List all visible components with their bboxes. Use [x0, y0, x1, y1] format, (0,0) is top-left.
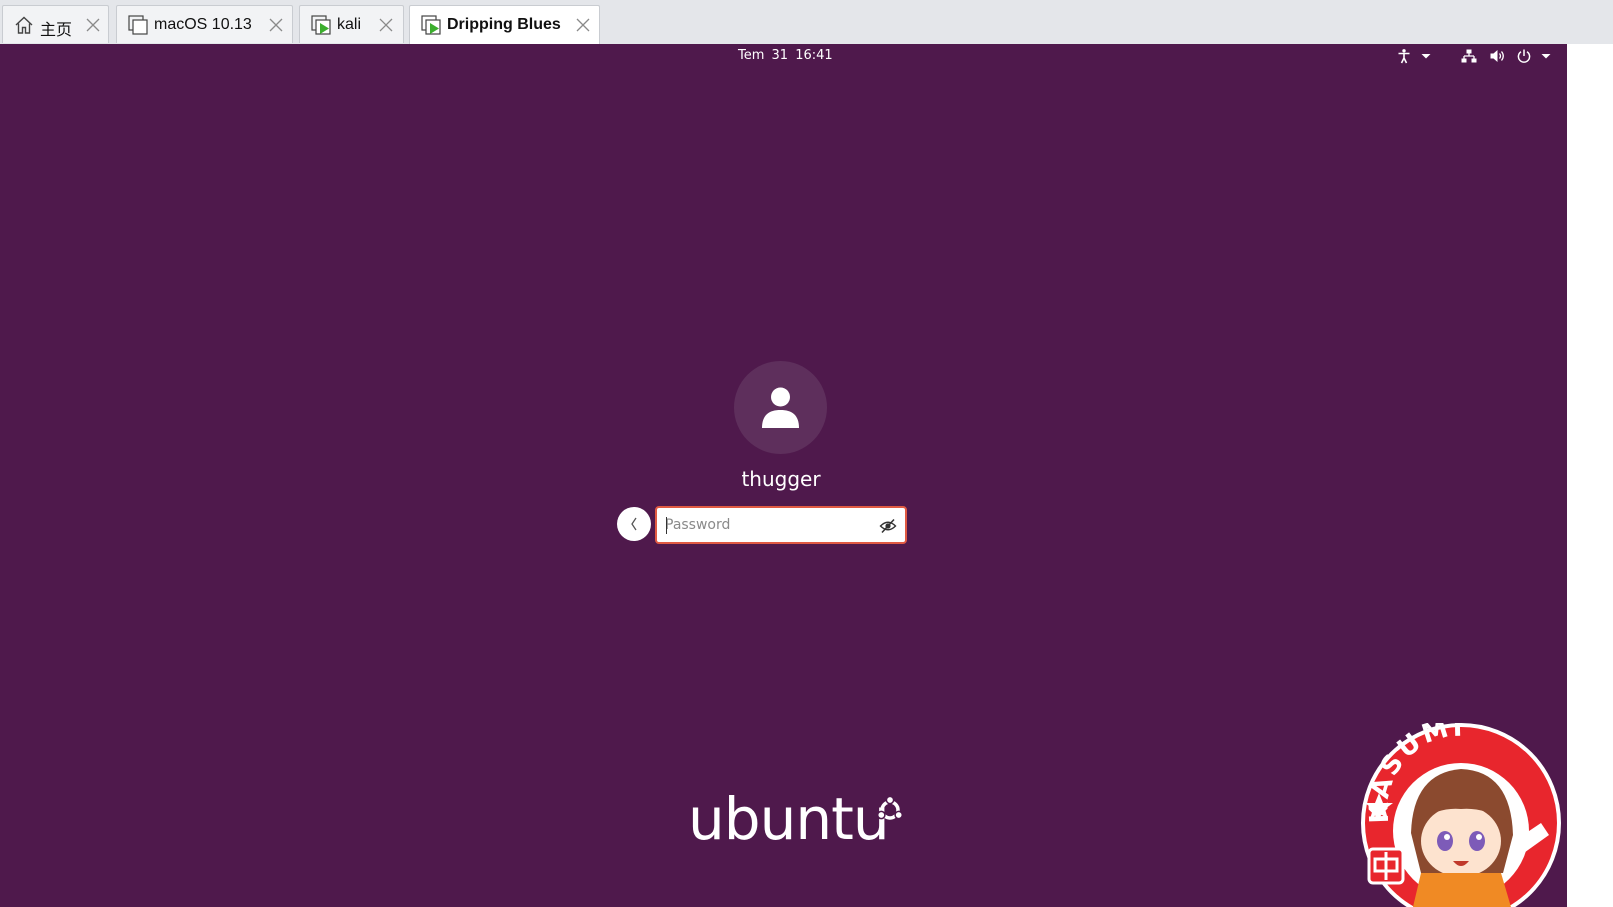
close-icon[interactable] — [377, 16, 395, 34]
username-label: thugger — [741, 467, 821, 491]
back-button[interactable] — [617, 507, 651, 541]
tab-home[interactable]: 主页 — [2, 5, 109, 43]
power-icon[interactable] — [1516, 48, 1532, 64]
window-edge — [1567, 44, 1613, 907]
ubuntu-logo: ubuntu — [688, 785, 890, 853]
tab-macos-label: macOS 10.13 — [154, 16, 252, 33]
vm-running-icon — [311, 15, 331, 35]
vm-icon — [128, 15, 148, 35]
kasumi-sticker-image: KASUMI — [1361, 723, 1561, 907]
password-field[interactable] — [655, 506, 907, 544]
tab-dripping-blues[interactable]: Dripping Blues — [409, 5, 600, 45]
network-icon[interactable] — [1461, 48, 1477, 64]
close-icon[interactable] — [574, 16, 592, 34]
chevron-down-icon[interactable] — [1540, 48, 1552, 64]
vm-display[interactable]: Tem 31 16:41 thugger ubuntu ASUMI — [0, 44, 1567, 907]
volume-icon[interactable] — [1489, 48, 1505, 64]
tab-home-label: 主页 — [40, 22, 73, 39]
tab-dripping-blues-label: Dripping Blues — [447, 16, 561, 33]
date-time[interactable]: Tem 31 16:41 — [738, 48, 833, 63]
circle-of-friends-icon — [876, 796, 904, 820]
gnome-top-bar: Tem 31 16:41 — [0, 44, 1567, 70]
tab-macos[interactable]: macOS 10.13 — [116, 5, 293, 43]
vm-running-icon — [421, 15, 441, 35]
avatar — [734, 361, 827, 454]
close-icon[interactable] — [267, 16, 285, 34]
tab-kali[interactable]: kali — [299, 5, 404, 43]
user-icon — [762, 387, 799, 428]
close-icon[interactable] — [84, 16, 102, 34]
eye-hidden-icon[interactable] — [879, 517, 897, 535]
vm-tab-bar: 主页 macOS 10.13 kali Dripping Blues — [0, 0, 1613, 45]
chevron-down-icon[interactable] — [1420, 48, 1432, 64]
text-caret — [666, 517, 667, 534]
password-input[interactable] — [665, 514, 865, 536]
accessibility-icon[interactable] — [1396, 48, 1412, 64]
home-icon — [15, 16, 33, 34]
chevron-left-icon — [631, 517, 637, 531]
tab-kali-label: kali — [337, 16, 362, 33]
